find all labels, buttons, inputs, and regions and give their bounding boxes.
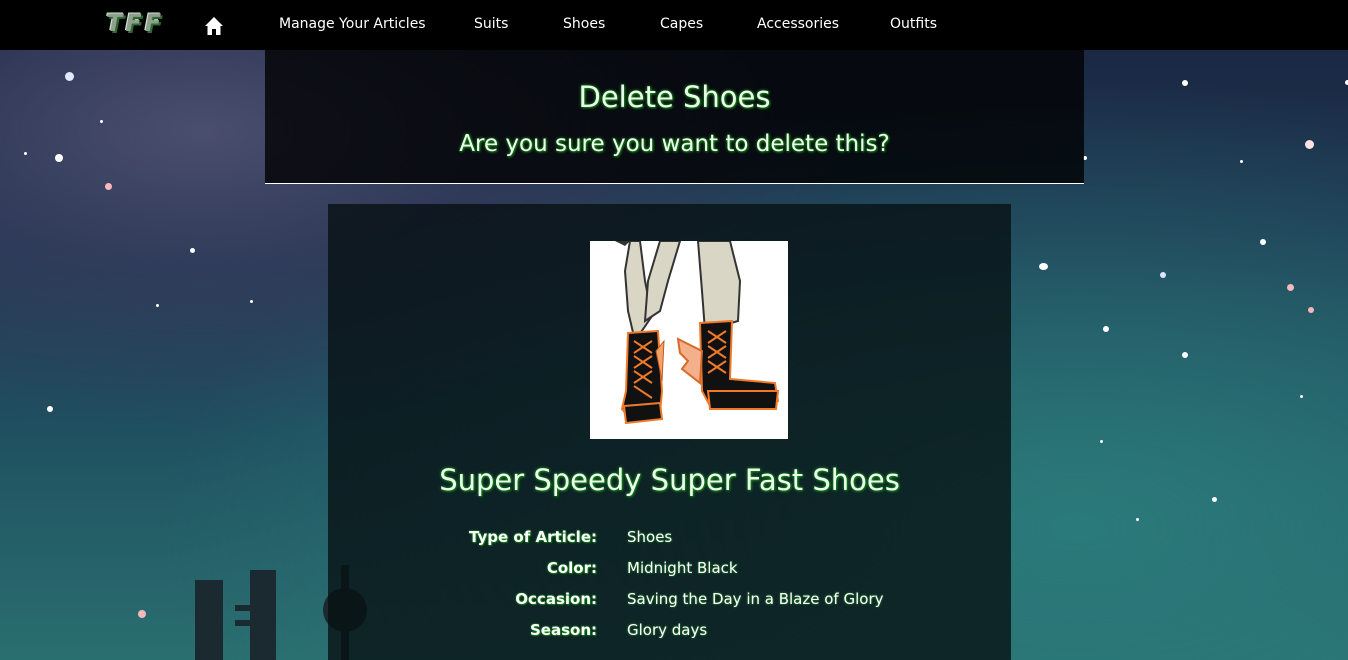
confirm-question: Are you sure you want to delete this? — [459, 131, 890, 157]
detail-row-type: Type of Article: Shoes — [328, 528, 1011, 552]
article-name: Super Speedy Super Fast Shoes — [439, 463, 900, 497]
article-image — [590, 241, 788, 439]
detail-row-color: Color: Midnight Black — [328, 559, 1011, 583]
detail-value: Shoes — [627, 528, 673, 546]
detail-label: Season: — [529, 621, 597, 639]
article-card: Super Speedy Super Fast Shoes Type of Ar… — [328, 204, 1011, 660]
home-icon[interactable] — [204, 16, 224, 36]
detail-value: Glory days — [627, 621, 708, 639]
detail-value: Saving the Day in a Blaze of Glory — [627, 590, 884, 608]
nav-capes[interactable]: Capes — [660, 16, 703, 32]
boots-illustration — [615, 241, 780, 425]
detail-value: Midnight Black — [627, 559, 738, 577]
detail-row-occasion: Occasion: Saving the Day in a Blaze of G… — [328, 590, 1011, 614]
top-navbar: TFF Manage Your Articles Suits Shoes Cap… — [0, 0, 1348, 50]
nav-shoes[interactable]: Shoes — [563, 16, 605, 32]
nav-outfits[interactable]: Outfits — [890, 16, 937, 32]
nav-suits[interactable]: Suits — [474, 16, 508, 32]
nav-accessories[interactable]: Accessories — [757, 16, 839, 32]
detail-label: Occasion: — [515, 590, 597, 608]
page-header: Delete Shoes Are you sure you want to de… — [265, 50, 1084, 184]
detail-label: Type of Article: — [469, 528, 597, 546]
detail-row-season: Season: Glory days — [328, 621, 1011, 645]
detail-label: Color: — [546, 559, 597, 577]
nav-manage-articles[interactable]: Manage Your Articles — [279, 16, 426, 32]
brand-logo[interactable]: TFF — [106, 9, 164, 37]
page-title: Delete Shoes — [578, 80, 771, 114]
